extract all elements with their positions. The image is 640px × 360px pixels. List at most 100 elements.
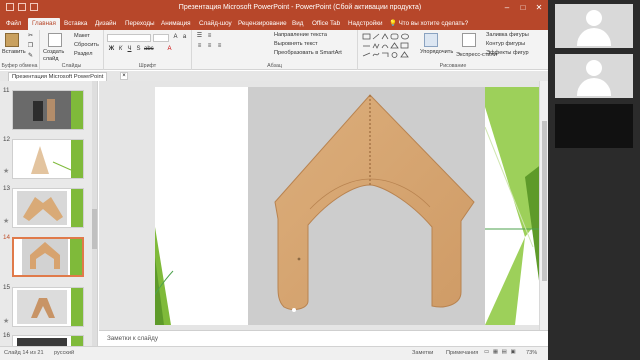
- tab-office-tab[interactable]: Office Tab: [312, 18, 340, 30]
- close-tab-icon[interactable]: ×: [120, 72, 128, 80]
- paste-icon[interactable]: [5, 33, 19, 47]
- notes-pane[interactable]: Заметки к слайду: [99, 330, 548, 346]
- format-painter-icon[interactable]: ✎: [27, 53, 34, 60]
- title-bar: Презентация Microsoft PowerPoint - Power…: [0, 0, 548, 16]
- powerpoint-window: Презентация Microsoft PowerPoint - Power…: [0, 0, 548, 360]
- avatar-head: [586, 60, 602, 76]
- align-right-icon[interactable]: ≡: [216, 43, 223, 50]
- redo-icon[interactable]: [30, 3, 38, 11]
- slides-group: Создать слайд Макет Сбросить Раздел Слай…: [40, 30, 104, 70]
- arrange-icon[interactable]: [424, 33, 438, 47]
- arrange-button[interactable]: Упорядочить: [420, 49, 453, 55]
- notes-toggle-button[interactable]: Заметки: [412, 350, 433, 356]
- quick-styles-icon[interactable]: [462, 33, 476, 47]
- thumbnails-scrollbar[interactable]: [92, 81, 97, 346]
- thumbnail-accent: [71, 189, 83, 227]
- slide-thumbnail-12[interactable]: [12, 139, 84, 179]
- layout-button[interactable]: Макет: [74, 33, 90, 39]
- tab-review[interactable]: Рецензирование: [238, 18, 287, 30]
- tab-file[interactable]: Файл: [6, 18, 21, 30]
- cut-icon[interactable]: ✂: [27, 33, 34, 40]
- font-color-icon[interactable]: A: [166, 46, 173, 53]
- current-slide[interactable]: [155, 87, 548, 325]
- tab-transitions[interactable]: Переходы: [125, 18, 155, 30]
- copy-icon[interactable]: ❐: [27, 43, 34, 50]
- slides-group-label: Слайды: [61, 63, 82, 69]
- slide-thumbnail-11[interactable]: [12, 90, 84, 130]
- animation-star-icon: ★: [3, 218, 10, 225]
- drawing-group: Упорядочить Экспресс-стили Заливка фигур…: [358, 30, 548, 70]
- text-direction-button[interactable]: Направление текста: [274, 32, 327, 38]
- align-text-button[interactable]: Выровнять текст: [274, 41, 318, 47]
- participant-video-off[interactable]: [555, 104, 633, 148]
- new-slide-icon[interactable]: [48, 33, 62, 47]
- slide-thumbnail-15[interactable]: [12, 287, 84, 327]
- thumbnail-number: 16: [3, 332, 11, 339]
- bold-icon[interactable]: Ж: [108, 46, 115, 53]
- tab-home[interactable]: Главная: [28, 18, 60, 30]
- close-button[interactable]: ✕: [532, 2, 546, 13]
- video-participants-strip: [548, 0, 640, 360]
- font-size-input[interactable]: [153, 34, 169, 42]
- document-tabs-bar: Презентация Microsoft PowerPoint ×: [0, 71, 548, 81]
- slide-thumbnail-14-selected[interactable]: [12, 237, 84, 277]
- tell-me-box[interactable]: 💡 Что вы хотите сделать?: [389, 18, 468, 30]
- new-slide-button[interactable]: Создать слайд: [43, 49, 67, 63]
- align-center-icon[interactable]: ≡: [206, 43, 213, 50]
- participant-video[interactable]: [555, 54, 633, 98]
- thumbnail-figure: [47, 99, 55, 121]
- maximize-button[interactable]: □: [516, 2, 530, 13]
- slide-thumbnails-panel: 11 12 ★ 13 ★ 14 15 ★ 16: [0, 81, 98, 346]
- paste-button[interactable]: Вставить: [2, 49, 26, 55]
- convert-smartart-button[interactable]: Преобразовать в SmartArt: [274, 50, 342, 56]
- slide-thumbnail-13[interactable]: [12, 188, 84, 228]
- align-left-icon[interactable]: ≡: [196, 43, 203, 50]
- drawing-group-label: Рисование: [439, 63, 467, 69]
- zoom-level[interactable]: 73%: [526, 350, 537, 356]
- tab-addins[interactable]: Надстройки: [348, 18, 383, 30]
- undo-icon[interactable]: [18, 3, 26, 11]
- avatar-body: [577, 28, 611, 46]
- comments-toggle-button[interactable]: Примечания: [446, 350, 478, 356]
- thumbnail-number: 15: [3, 284, 11, 291]
- tell-me-text: Что вы хотите сделать?: [398, 20, 469, 27]
- editor-scrollbar[interactable]: [539, 81, 548, 330]
- numbering-icon[interactable]: ≡: [206, 33, 213, 40]
- language-indicator[interactable]: русский: [54, 350, 74, 356]
- tab-slideshow[interactable]: Слайд-шоу: [199, 18, 232, 30]
- tab-view[interactable]: Вид: [292, 18, 303, 30]
- notes-placeholder: Заметки к слайду: [107, 335, 159, 342]
- underline-icon[interactable]: Ч: [126, 46, 133, 53]
- minimize-button[interactable]: –: [500, 2, 514, 13]
- window-title: Презентация Microsoft PowerPoint - Power…: [178, 4, 422, 11]
- italic-icon[interactable]: К: [117, 46, 124, 53]
- thumbnail-garment: [31, 146, 72, 174]
- shape-outline-button[interactable]: Контур фигуры: [486, 41, 525, 47]
- participant-video[interactable]: [555, 4, 633, 48]
- shadow-icon[interactable]: S: [135, 46, 142, 53]
- editor-scroll-thumb[interactable]: [542, 121, 547, 281]
- tab-insert[interactable]: Вставка: [64, 18, 87, 30]
- slide-thumbnail-16[interactable]: [12, 335, 84, 346]
- shape-effects-button[interactable]: Эффекты фигур: [486, 50, 529, 56]
- shape-fill-button[interactable]: Заливка фигуры: [486, 32, 529, 38]
- grow-font-icon[interactable]: A: [172, 34, 179, 41]
- shrink-font-icon[interactable]: a: [181, 34, 188, 41]
- tab-animation[interactable]: Анимация: [161, 18, 191, 30]
- thumbnails-scroll-thumb[interactable]: [92, 209, 97, 249]
- bullets-icon[interactable]: ☰: [196, 33, 203, 40]
- tab-design[interactable]: Дизайн: [95, 18, 116, 30]
- document-tab[interactable]: Презентация Microsoft PowerPoint: [8, 72, 108, 81]
- save-icon[interactable]: [6, 3, 14, 11]
- font-name-input[interactable]: [107, 34, 151, 42]
- garment-photo: [248, 87, 485, 325]
- thumbnail-photo: [17, 338, 67, 346]
- reset-button[interactable]: Сбросить: [74, 42, 99, 48]
- status-bar: Слайд 14 из 21 русский Заметки Примечани…: [0, 346, 548, 360]
- shapes-gallery-icon[interactable]: [361, 32, 417, 60]
- thumbnail-garment: [17, 191, 67, 225]
- view-buttons[interactable]: ▭ ▦ ▤ ▣: [484, 349, 517, 355]
- thumbnail-number: 13: [3, 185, 11, 192]
- section-button[interactable]: Раздел: [74, 51, 93, 57]
- strikethrough-icon[interactable]: abc: [144, 46, 154, 53]
